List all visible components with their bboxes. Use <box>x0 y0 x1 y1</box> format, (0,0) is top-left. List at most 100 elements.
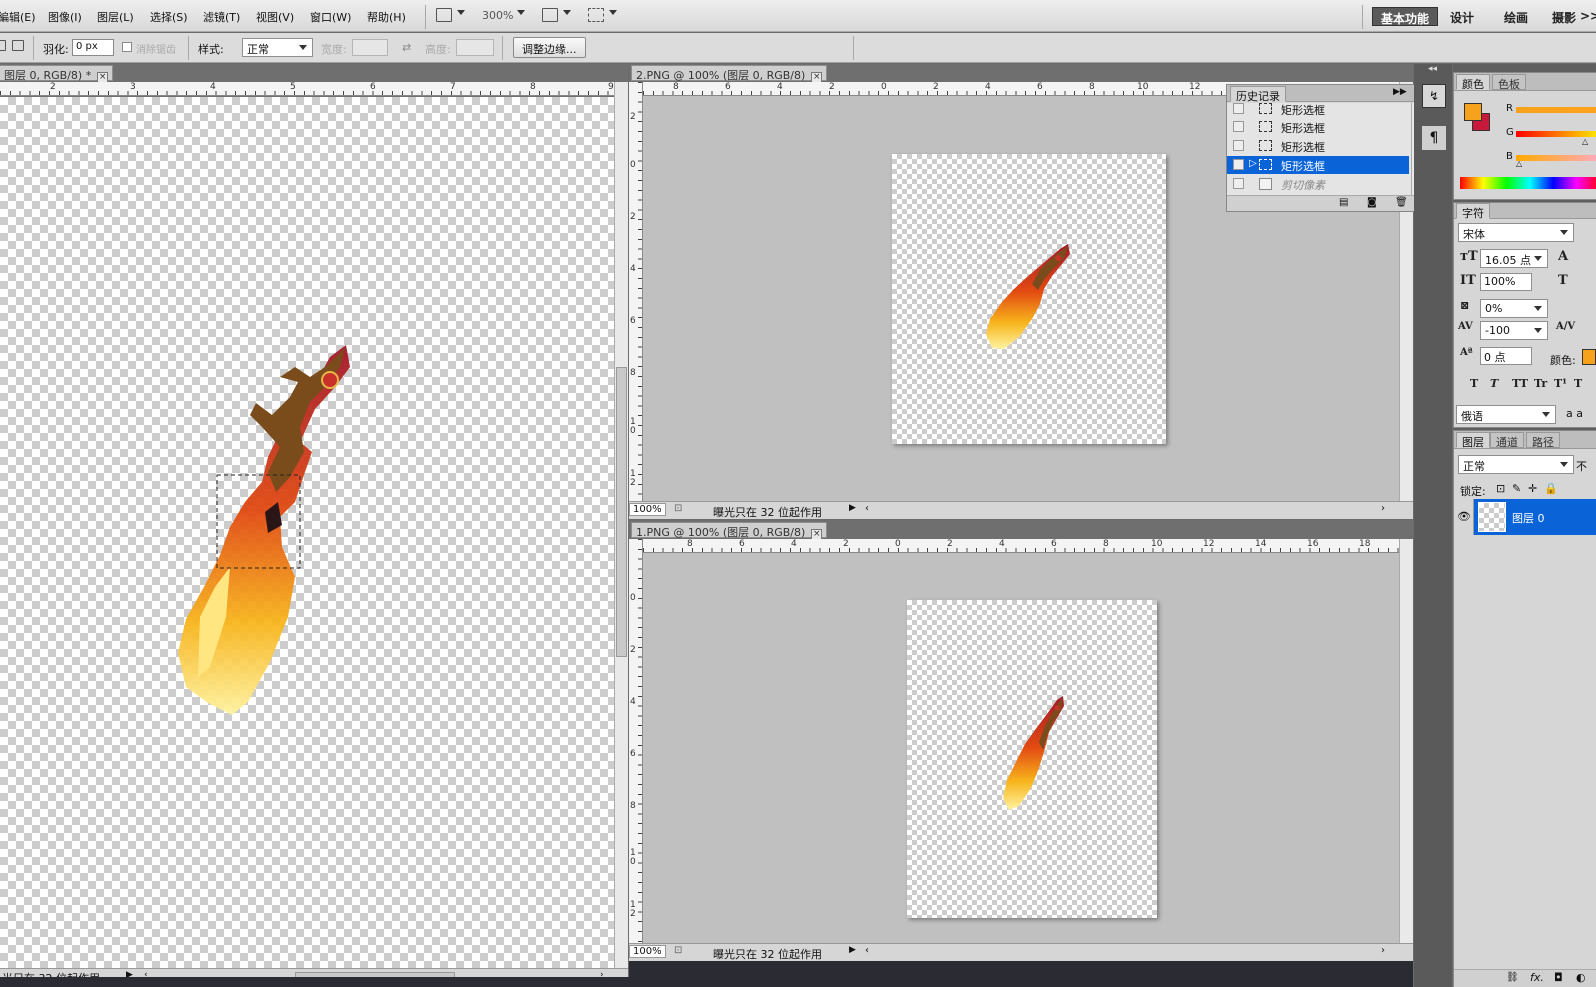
small-caps-button[interactable]: Tr <box>1534 377 1547 390</box>
selection-mode-icon[interactable] <box>0 40 6 51</box>
snapshot-checkbox[interactable] <box>1233 159 1244 170</box>
frame-mode-icon[interactable] <box>588 8 604 22</box>
tab-layers[interactable]: 图层 <box>1456 432 1490 449</box>
paragraph-panel-icon[interactable]: ¶ <box>1422 126 1446 150</box>
blue-slider-track[interactable] <box>1516 155 1596 161</box>
adjust-icon[interactable]: ◐ <box>1576 971 1586 984</box>
intersect-selection-icon[interactable] <box>12 40 24 51</box>
height-input[interactable] <box>456 39 494 56</box>
snapshot-checkbox[interactable] <box>1233 140 1244 151</box>
red-slider-track[interactable] <box>1516 107 1596 113</box>
scroll-left-icon[interactable]: ‹ <box>865 503 869 514</box>
layer-thumbnail[interactable] <box>1478 502 1506 532</box>
fx-icon[interactable]: fx. <box>1530 971 1544 984</box>
vertical-scrollbar[interactable] <box>614 82 628 968</box>
menu-edit[interactable]: 編辑(E) <box>0 9 36 25</box>
chevron-down-icon[interactable] <box>609 10 617 15</box>
doc-2png-tab[interactable]: 2.PNG @ 100% (图层 0, RGB/8) × <box>631 65 828 83</box>
new-document-from-state-icon[interactable]: ▤ <box>1339 197 1348 208</box>
mask-icon[interactable]: ◘ <box>1554 971 1563 984</box>
menu-image[interactable]: 图像(I) <box>48 9 82 25</box>
menu-help[interactable]: 帮助(H) <box>367 9 406 25</box>
history-item-selected[interactable]: ▷ 矩形选框 <box>1227 156 1409 174</box>
menu-view[interactable]: 视图(V) <box>256 9 294 25</box>
blend-mode-select[interactable]: 正常 <box>1458 455 1574 474</box>
snapshot-checkbox[interactable] <box>1233 103 1244 114</box>
all-caps-button[interactable]: TT <box>1512 377 1528 390</box>
scroll-right-icon[interactable]: › <box>1381 945 1385 956</box>
refine-edge-button[interactable]: 调整边缘... <box>513 37 586 58</box>
swap-icon[interactable]: ⇄ <box>402 41 411 54</box>
lock-brush-icon[interactable]: ✎ <box>1512 482 1521 495</box>
menu-layer[interactable]: 图层(L) <box>97 9 134 25</box>
tab-channels[interactable]: 通道 <box>1490 432 1524 449</box>
zoom-preview-icon[interactable]: ⊡ <box>674 945 682 956</box>
history-brush-source-icon[interactable]: ▷ <box>1249 158 1257 169</box>
canvas[interactable] <box>907 600 1157 918</box>
menu-select[interactable]: 选择(S) <box>150 9 188 25</box>
vertical-scale-input[interactable]: 100% <box>1480 273 1532 291</box>
visibility-cell[interactable]: 👁 <box>1454 499 1474 535</box>
snapshot-icon[interactable]: ◙ <box>1367 197 1377 208</box>
canvas[interactable] <box>0 97 614 968</box>
zoom-field[interactable]: 100% <box>629 945 666 958</box>
subscript-button[interactable]: T <box>1574 377 1582 390</box>
scroll-left-icon[interactable]: ‹ <box>865 945 869 956</box>
layer-name[interactable]: 图层 0 <box>1512 510 1545 526</box>
doc-1png-tab[interactable]: 1.PNG @ 100% (图层 0, RGB/8) × <box>631 522 828 540</box>
workspace-essentials[interactable]: 基本功能 <box>1372 7 1439 26</box>
text-color-swatch[interactable] <box>1582 349 1596 365</box>
history-item[interactable]: 矩形选框 <box>1227 137 1409 155</box>
foreground-color-swatch[interactable] <box>1464 103 1482 121</box>
snapshot-checkbox[interactable] <box>1233 178 1244 189</box>
workspace-design[interactable]: 设计 <box>1442 7 1482 26</box>
trash-icon[interactable]: 🗑 <box>1395 197 1408 208</box>
baseline-shift-input[interactable]: 0 点 <box>1480 347 1532 365</box>
layer-row[interactable]: 👁 图层 0 <box>1454 499 1596 535</box>
link-icon[interactable]: ⛓ <box>1506 972 1519 983</box>
doc-left-tab[interactable]: 图层 0, RGB/8) * × <box>0 65 114 83</box>
menu-window[interactable]: 窗口(W) <box>310 9 351 25</box>
history-item[interactable]: 矩形选框 <box>1227 118 1409 136</box>
tab-color[interactable]: 颜色 <box>1456 74 1490 91</box>
workspace-painting[interactable]: 绘画 <box>1496 7 1536 26</box>
zoom-field[interactable]: 100% <box>629 503 666 516</box>
tab-character[interactable]: 字符 <box>1456 203 1490 220</box>
font-size-select[interactable]: 16.05 点 <box>1480 249 1548 268</box>
lock-transparent-icon[interactable]: ⊡ <box>1496 482 1505 495</box>
tsume-select[interactable]: 0% <box>1480 299 1548 318</box>
tab-swatches[interactable]: 色板 <box>1492 74 1526 91</box>
vertical-scrollbar[interactable] <box>1399 539 1413 967</box>
status-menu-arrow-icon[interactable]: ▶ <box>849 945 856 955</box>
history-item[interactable]: 剪切像素 <box>1227 175 1409 193</box>
width-input[interactable] <box>352 39 388 56</box>
zoom-preview-icon[interactable]: ⊡ <box>674 503 682 514</box>
faux-italic-button[interactable]: T <box>1490 377 1498 390</box>
kerning-select[interactable]: -100 <box>1480 321 1548 340</box>
antialias-checkbox[interactable] <box>122 42 132 52</box>
status-menu-arrow-icon[interactable]: ▶ <box>849 503 856 513</box>
history-panel-icon[interactable]: ↯ <box>1422 84 1446 108</box>
chevron-down-icon[interactable] <box>517 10 525 15</box>
chevron-down-icon[interactable] <box>563 10 571 15</box>
lock-all-icon[interactable]: 🔒 <box>1544 482 1558 495</box>
tab-paths[interactable]: 路径 <box>1526 432 1560 449</box>
snapshot-checkbox[interactable] <box>1233 121 1244 132</box>
history-tab[interactable]: 历史记录 <box>1230 86 1286 103</box>
history-item[interactable]: 矩形选框 <box>1227 103 1409 118</box>
lock-move-icon[interactable]: ✛ <box>1528 482 1537 495</box>
faux-bold-button[interactable]: T <box>1470 377 1478 390</box>
feather-input[interactable]: 0 px <box>72 39 114 56</box>
canvas[interactable] <box>892 154 1166 444</box>
slider-handle-icon[interactable]: △ <box>1582 137 1588 146</box>
eye-icon[interactable]: 👁 <box>1457 510 1471 523</box>
collapse-dock-icon[interactable]: ◂◂ <box>1428 64 1437 74</box>
more-workspaces-button[interactable]: >> <box>1578 7 1596 26</box>
scroll-thumb[interactable] <box>616 367 627 657</box>
screen-mode-icon[interactable] <box>436 8 452 22</box>
superscript-button[interactable]: T¹ <box>1554 377 1567 390</box>
chevron-down-icon[interactable] <box>457 10 465 15</box>
language-select[interactable]: 俄语 <box>1456 405 1556 424</box>
color-spectrum[interactable] <box>1460 177 1596 189</box>
scroll-right-icon[interactable]: › <box>1381 503 1385 514</box>
